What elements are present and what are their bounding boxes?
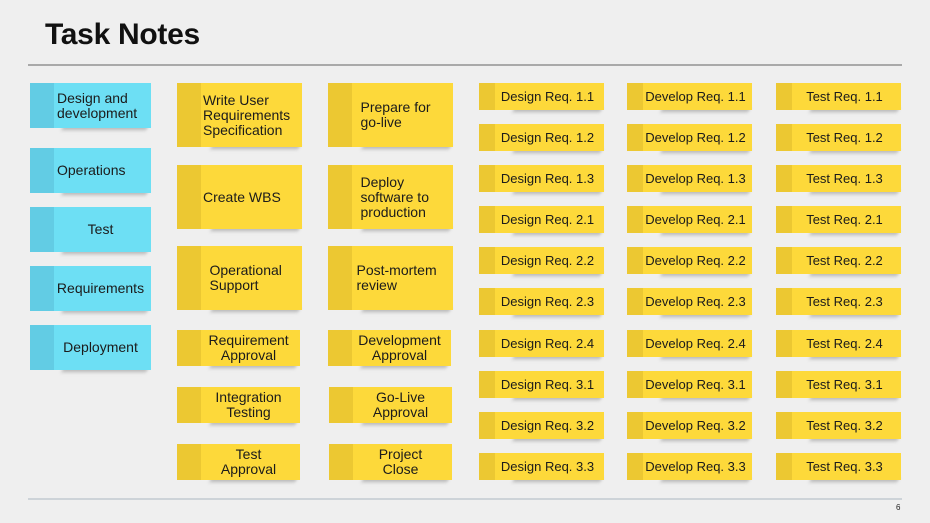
note-label: Prepare for go-live — [360, 99, 431, 130]
note-label: Create WBS — [203, 188, 281, 205]
note-label: Project Close — [378, 446, 423, 477]
page-number: 6 — [896, 503, 901, 512]
task-note[interactable]: Requirement Approval — [177, 330, 300, 366]
requirement-note[interactable]: Design Req. 3.1 — [479, 371, 604, 398]
requirement-note[interactable]: Test Req. 1.2 — [776, 124, 901, 151]
note-label: Go-Live Approval — [372, 389, 429, 420]
note-label: Requirement Approval — [208, 332, 289, 363]
note-label: Write User Requirements Specification — [203, 91, 291, 138]
task-note[interactable]: Deploy software to production — [328, 165, 453, 229]
note-label: Test — [87, 221, 114, 237]
task-note[interactable]: Test Approval — [177, 444, 300, 480]
task-note[interactable]: Integration Testing — [177, 387, 300, 423]
note-label: Design Req. 3.1 — [500, 377, 595, 392]
note-label: Test Req. 3.2 — [806, 418, 883, 433]
note-label: Design Req. 3.3 — [500, 459, 595, 474]
note-label: Develop Req. 2.4 — [645, 336, 746, 351]
requirement-note[interactable]: Develop Req. 3.1 — [627, 371, 752, 398]
requirement-note[interactable]: Test Req. 2.1 — [776, 206, 901, 233]
category-note[interactable]: Operations — [30, 148, 151, 193]
note-label: Design Req. 1.2 — [500, 130, 595, 145]
footer-divider — [28, 498, 902, 500]
note-label: Test Req. 2.3 — [806, 294, 883, 309]
requirement-note[interactable]: Develop Req. 1.3 — [627, 165, 752, 192]
requirement-note[interactable]: Test Req. 2.2 — [776, 247, 901, 274]
note-label: Test Req. 2.2 — [806, 253, 883, 268]
note-strip — [30, 207, 54, 252]
note-label: Operations — [57, 162, 126, 178]
note-label: Test Req. 3.1 — [806, 377, 883, 392]
note-label: Design Req. 2.4 — [500, 336, 595, 351]
requirement-note[interactable]: Design Req. 2.1 — [479, 206, 604, 233]
note-label: Design Req. 2.2 — [500, 253, 595, 268]
task-note[interactable]: Go-Live Approval — [329, 387, 452, 423]
task-note[interactable]: Write User Requirements Specification — [177, 83, 302, 147]
requirement-note[interactable]: Test Req. 2.3 — [776, 288, 901, 315]
note-label: Develop Req. 3.2 — [645, 418, 746, 433]
note-label: Operational Support — [209, 262, 282, 293]
note-label: Test Req. 1.2 — [806, 130, 883, 145]
note-label: Develop Req. 1.2 — [645, 130, 746, 145]
note-label: Test Req. 2.4 — [806, 336, 883, 351]
note-label: Design and development — [57, 89, 138, 121]
requirement-note[interactable]: Test Req. 2.4 — [776, 330, 901, 357]
note-label: Design Req. 2.1 — [500, 212, 595, 227]
note-label: Design Req. 3.2 — [500, 418, 595, 433]
requirement-note[interactable]: Design Req. 1.3 — [479, 165, 604, 192]
note-label: Develop Req. 3.1 — [645, 377, 746, 392]
note-label: Deployment — [63, 339, 138, 355]
note-label: Integration Testing — [215, 389, 282, 420]
requirement-note[interactable]: Test Req. 3.2 — [776, 412, 901, 439]
requirement-note[interactable]: Test Req. 3.3 — [776, 453, 901, 480]
category-note[interactable]: Test — [30, 207, 151, 252]
category-note[interactable]: Design and development — [30, 83, 151, 128]
task-note[interactable]: Development Approval — [328, 330, 451, 366]
requirement-note[interactable]: Design Req. 2.3 — [479, 288, 604, 315]
note-label: Develop Req. 2.3 — [645, 294, 746, 309]
note-label: Test Req. 1.1 — [806, 89, 883, 104]
note-label: Develop Req. 2.2 — [645, 253, 746, 268]
note-label: Design Req. 2.3 — [500, 294, 595, 309]
requirement-note[interactable]: Develop Req. 2.2 — [627, 247, 752, 274]
note-label: Post-mortem review — [356, 262, 437, 293]
requirement-note[interactable]: Design Req. 3.3 — [479, 453, 604, 480]
task-note[interactable]: Operational Support — [177, 246, 302, 310]
note-label: Development Approval — [358, 332, 441, 363]
task-note[interactable]: Post-mortem review — [328, 246, 453, 310]
note-label: Design Req. 1.1 — [500, 89, 595, 104]
requirement-note[interactable]: Test Req. 1.1 — [776, 83, 901, 110]
note-label: Develop Req. 1.1 — [645, 89, 746, 104]
note-label: Test Req. 1.3 — [806, 171, 883, 186]
note-label: Test Approval — [220, 446, 277, 477]
task-note[interactable]: Project Close — [329, 444, 452, 480]
requirement-note[interactable]: Develop Req. 1.2 — [627, 124, 752, 151]
requirement-note[interactable]: Develop Req. 3.2 — [627, 412, 752, 439]
note-label: Requirements — [56, 280, 145, 296]
page-title: Task Notes — [45, 18, 200, 51]
task-note[interactable]: Prepare for go-live — [328, 83, 453, 147]
note-label: Test Req. 3.3 — [806, 459, 883, 474]
requirement-note[interactable]: Design Req. 1.1 — [479, 83, 604, 110]
note-label: Deploy software to production — [360, 173, 429, 220]
task-note[interactable]: Create WBS — [177, 165, 302, 229]
requirement-note[interactable]: Develop Req. 2.1 — [627, 206, 752, 233]
note-label: Design Req. 1.3 — [500, 171, 595, 186]
requirement-note[interactable]: Design Req. 3.2 — [479, 412, 604, 439]
requirement-note[interactable]: Develop Req. 2.3 — [627, 288, 752, 315]
category-note[interactable]: Requirements — [30, 266, 151, 311]
note-label: Develop Req. 2.1 — [645, 212, 746, 227]
note-label: Develop Req. 3.3 — [645, 459, 746, 474]
requirement-note[interactable]: Design Req. 1.2 — [479, 124, 604, 151]
requirement-note[interactable]: Develop Req. 2.4 — [627, 330, 752, 357]
requirement-note[interactable]: Test Req. 1.3 — [776, 165, 901, 192]
note-label: Test Req. 2.1 — [806, 212, 883, 227]
requirement-note[interactable]: Develop Req. 1.1 — [627, 83, 752, 110]
requirement-note[interactable]: Develop Req. 3.3 — [627, 453, 752, 480]
note-label: Develop Req. 1.3 — [645, 171, 746, 186]
title-divider — [28, 64, 902, 66]
requirement-note[interactable]: Design Req. 2.2 — [479, 247, 604, 274]
requirement-note[interactable]: Design Req. 2.4 — [479, 330, 604, 357]
requirement-note[interactable]: Test Req. 3.1 — [776, 371, 901, 398]
category-note[interactable]: Deployment — [30, 325, 151, 370]
